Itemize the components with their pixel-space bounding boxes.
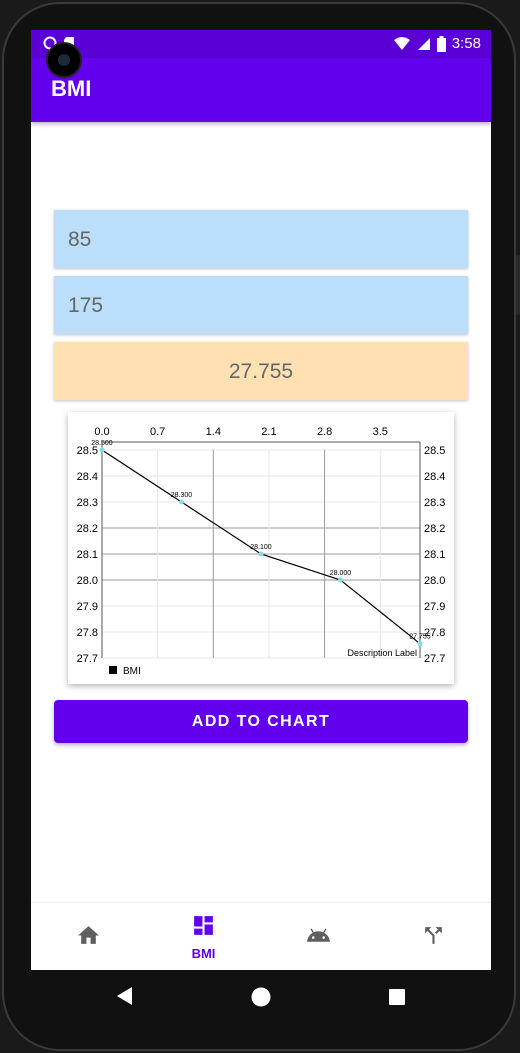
nav-item-home[interactable] — [31, 903, 146, 970]
y-tick-label-left: 27.7 — [77, 653, 98, 665]
app-bar: BMI — [31, 58, 491, 122]
y-tick-label-right: 27.7 — [424, 653, 445, 665]
battery-icon — [436, 35, 446, 52]
home-button-icon[interactable] — [251, 987, 271, 1007]
y-tick-label-right: 28.2 — [424, 523, 445, 535]
y-tick-label-right: 28.4 — [424, 471, 445, 483]
nav-item-android[interactable] — [261, 903, 376, 970]
y-tick-label-left: 28.0 — [77, 575, 98, 587]
screen: 3:58 BMI 85 175 27.755 0.0 0.7 1.4 2.1 2.8 3.… — [31, 30, 491, 970]
y-tick-label-left: 28.4 — [77, 471, 98, 483]
data-point — [99, 447, 105, 453]
data-point — [338, 577, 343, 583]
dashboard-icon — [194, 916, 213, 935]
back-icon[interactable] — [117, 987, 132, 1005]
status-time: 3:58 — [451, 35, 481, 52]
data-point — [258, 551, 264, 557]
y-tick-label-left: 28.2 — [77, 523, 98, 535]
data-label: 28.300 — [171, 492, 193, 499]
data-point — [417, 641, 423, 647]
data-label: 28.000 — [330, 570, 352, 577]
recents-icon[interactable] — [389, 989, 405, 1005]
x-tick-label: 1.4 — [206, 426, 221, 438]
bmi-chart: 0.0 0.7 1.4 2.1 2.8 3.5 27.7 27.7 27.8 27.8 27.9 27… — [68, 412, 454, 684]
height-input[interactable]: 175 — [54, 276, 468, 334]
signal-icon — [417, 37, 430, 50]
chart-svg: 0.0 0.7 1.4 2.1 2.8 3.527.7 27.727.8 27.827.9 27… — [77, 426, 446, 677]
legend-label: BMI — [123, 666, 141, 677]
front-camera — [46, 42, 82, 78]
merge-icon — [425, 927, 442, 944]
y-tick-label-left: 28.3 — [77, 497, 98, 509]
x-tick-label: 2.8 — [317, 426, 332, 438]
y-tick-label-left: 28.1 — [77, 549, 98, 561]
x-tick-label: 0.7 — [150, 426, 165, 438]
wifi-icon — [393, 36, 410, 50]
nav-item-bmi[interactable]: BMI — [146, 903, 261, 970]
data-label: 27.755 — [409, 634, 431, 641]
data-label: 28.100 — [250, 544, 272, 551]
y-tick-label-right: 28.5 — [424, 445, 445, 457]
add-to-chart-button[interactable]: ADD TO CHART — [54, 700, 468, 743]
android-icon — [307, 928, 330, 942]
side-button — [516, 255, 520, 315]
y-tick-label-left: 27.8 — [77, 627, 98, 639]
app-title: BMI — [51, 76, 92, 101]
weight-input[interactable]: 85 — [54, 210, 468, 268]
x-tick-label: 3.5 — [373, 426, 388, 438]
chart-description: Description Label — [347, 648, 417, 658]
system-navigation — [31, 970, 491, 1030]
y-tick-label-right: 28.1 — [424, 549, 445, 561]
nav-item-merge[interactable] — [376, 903, 491, 970]
y-tick-label-right: 28.3 — [424, 497, 445, 509]
legend-swatch — [109, 666, 117, 674]
y-tick-label-right: 28.0 — [424, 575, 445, 587]
y-tick-label-right: 27.9 — [424, 601, 445, 613]
home-icon — [78, 926, 99, 944]
y-tick-label-left: 27.9 — [77, 601, 98, 613]
nav-label-bmi: BMI — [191, 946, 216, 961]
x-tick-label: 2.1 — [261, 426, 276, 438]
status-bar: 3:58 — [31, 30, 491, 58]
bottom-navigation: BMI — [31, 902, 491, 970]
data-label: 28.500 — [91, 440, 113, 447]
x-tick-label: 0.0 — [94, 426, 109, 438]
bmi-result: 27.755 — [54, 342, 468, 400]
data-point — [179, 499, 184, 505]
